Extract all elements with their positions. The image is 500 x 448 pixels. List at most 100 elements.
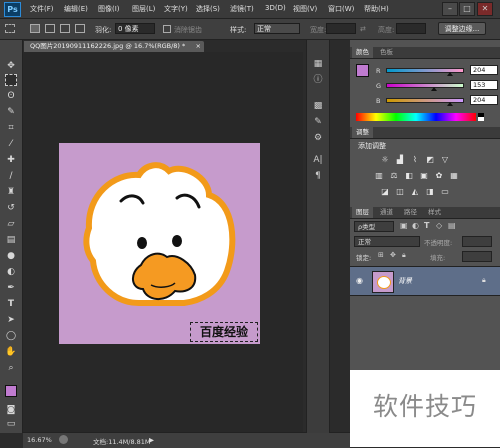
new-selection-icon[interactable]: [30, 24, 40, 33]
hue-saturation-icon[interactable]: ▥: [374, 171, 384, 181]
feather-input[interactable]: 0 像素: [115, 23, 155, 34]
curves-icon[interactable]: ⌇: [410, 155, 420, 165]
history-panel-icon[interactable]: ▦: [312, 58, 324, 70]
paragraph-panel-icon[interactable]: ¶: [312, 170, 324, 182]
path-select-tool-icon[interactable]: ➤: [5, 314, 17, 326]
green-thumb[interactable]: [431, 87, 437, 91]
eyedropper-tool-icon[interactable]: ⁄: [5, 138, 17, 150]
tab-adjustments[interactable]: 调整: [352, 127, 373, 138]
layer-filter-select[interactable]: ρ类型: [354, 221, 394, 232]
close-document-icon[interactable]: ×: [196, 41, 201, 52]
menu-filter[interactable]: 滤镜(T): [230, 4, 254, 14]
fill-input[interactable]: [462, 251, 492, 262]
layer-row-background[interactable]: ◉ 背景 🔒︎: [350, 266, 500, 296]
type-tool-icon[interactable]: T: [5, 298, 17, 310]
green-track[interactable]: [386, 83, 464, 88]
blur-tool-icon[interactable]: ●: [5, 250, 17, 262]
levels-icon[interactable]: ▟: [395, 155, 405, 165]
crop-tool-icon[interactable]: ⌗: [5, 122, 17, 134]
minimize-button[interactable]: –: [442, 2, 458, 16]
menu-help[interactable]: 帮助(H): [364, 4, 389, 14]
green-value[interactable]: 153: [470, 80, 498, 90]
posterize-icon[interactable]: ◫: [395, 187, 405, 197]
tab-channels[interactable]: 通道: [376, 207, 397, 218]
tab-color[interactable]: 颜色: [352, 47, 373, 58]
move-tool-icon[interactable]: ✥: [5, 60, 17, 72]
filter-pixel-icon[interactable]: ▣: [400, 221, 408, 230]
character-panel-icon[interactable]: A|: [312, 154, 324, 166]
screen-mode-icon[interactable]: ▭: [5, 418, 17, 430]
document-tab[interactable]: QQ图片20190911162226.jpg @ 16.7%(RGB/8) * …: [24, 41, 204, 52]
subtract-selection-icon[interactable]: [60, 24, 70, 33]
marquee-tool-icon[interactable]: [5, 24, 15, 33]
tab-paths[interactable]: 路径: [400, 207, 421, 218]
clone-stamp-tool-icon[interactable]: ♜: [5, 186, 17, 198]
close-button[interactable]: ✕: [477, 2, 493, 16]
channel-mixer-icon[interactable]: ✿: [434, 171, 444, 181]
black-white-icon[interactable]: ◧: [404, 171, 414, 181]
filter-adjustment-icon[interactable]: ◐: [412, 221, 419, 230]
gradient-map-icon[interactable]: ▭: [440, 187, 450, 197]
menu-image[interactable]: 图像(I): [98, 4, 120, 14]
white-swatch[interactable]: [478, 117, 484, 121]
add-to-selection-icon[interactable]: [45, 24, 55, 33]
layer-name[interactable]: 背景: [398, 276, 412, 286]
status-menu-arrow-icon[interactable]: ▶: [149, 436, 154, 444]
style-select[interactable]: 正常: [254, 23, 300, 34]
menu-edit[interactable]: 编辑(E): [64, 4, 88, 14]
tab-swatches[interactable]: 色板: [376, 47, 397, 58]
menu-file[interactable]: 文件(F): [30, 4, 54, 14]
red-value[interactable]: 204: [470, 65, 498, 75]
brush-tool-icon[interactable]: ∕: [5, 170, 17, 182]
green-slider[interactable]: G 153: [358, 80, 498, 91]
history-brush-tool-icon[interactable]: ↺: [5, 202, 17, 214]
clone-source-panel-icon[interactable]: ⚙: [312, 132, 324, 144]
filter-shape-icon[interactable]: ◇: [436, 221, 442, 230]
zoom-tool-icon[interactable]: ⌕: [5, 362, 17, 374]
filter-type-icon[interactable]: T: [424, 221, 429, 230]
lock-position-icon[interactable]: ✥: [390, 251, 396, 259]
filter-smart-object-icon[interactable]: ▤: [448, 221, 456, 230]
width-input[interactable]: [326, 23, 356, 34]
lasso-tool-icon[interactable]: ʘ: [5, 90, 17, 102]
lock-all-icon[interactable]: 🔒︎: [402, 251, 406, 260]
rect-marquee-tool-icon[interactable]: [5, 74, 17, 86]
blend-mode-select[interactable]: 正常: [354, 236, 420, 247]
vibrance-icon[interactable]: ▽: [440, 155, 450, 165]
photo-filter-icon[interactable]: ▣: [419, 171, 429, 181]
brightness-contrast-icon[interactable]: ☼: [380, 155, 390, 165]
color-lookup-icon[interactable]: ▦: [449, 171, 459, 181]
document-image[interactable]: [59, 143, 260, 344]
gradient-tool-icon[interactable]: ▤: [5, 234, 17, 246]
color-balance-icon[interactable]: ⚖: [389, 171, 399, 181]
tab-layers[interactable]: 图层: [352, 207, 373, 218]
menu-select[interactable]: 选择(S): [196, 4, 220, 14]
threshold-icon[interactable]: ◭: [410, 187, 420, 197]
healing-brush-tool-icon[interactable]: ✚: [5, 154, 17, 166]
layer-visibility-eye-icon[interactable]: ◉: [356, 276, 363, 285]
eraser-tool-icon[interactable]: ▱: [5, 218, 17, 230]
tab-styles[interactable]: 样式: [424, 207, 445, 218]
hand-tool-icon[interactable]: ✋: [5, 346, 17, 358]
swap-icon[interactable]: ⇄: [360, 25, 366, 33]
quick-select-tool-icon[interactable]: ✎: [5, 106, 17, 118]
info-panel-icon[interactable]: ⓘ: [312, 74, 324, 86]
menu-view[interactable]: 视图(V): [293, 4, 317, 14]
menu-layer[interactable]: 图层(L): [132, 4, 155, 14]
menu-window[interactable]: 窗口(W): [328, 4, 354, 14]
watermark-text[interactable]: 百度经验: [190, 322, 258, 342]
pen-tool-icon[interactable]: ✒: [5, 282, 17, 294]
invert-icon[interactable]: ◪: [380, 187, 390, 197]
intersect-selection-icon[interactable]: [75, 24, 85, 33]
menu-type[interactable]: 文字(Y): [164, 4, 188, 14]
red-slider[interactable]: R 204: [358, 65, 498, 76]
exposure-icon[interactable]: ◩: [425, 155, 435, 165]
blue-slider[interactable]: B 204: [358, 95, 498, 106]
blue-value[interactable]: 204: [470, 95, 498, 105]
foreground-color-swatch[interactable]: [5, 385, 17, 397]
antialias-checkbox[interactable]: [163, 25, 171, 33]
brush-panel-icon[interactable]: ✎: [312, 116, 324, 128]
opacity-input[interactable]: [462, 236, 492, 247]
zoom-level[interactable]: 16.67%: [27, 436, 52, 444]
blue-thumb[interactable]: [447, 102, 453, 106]
